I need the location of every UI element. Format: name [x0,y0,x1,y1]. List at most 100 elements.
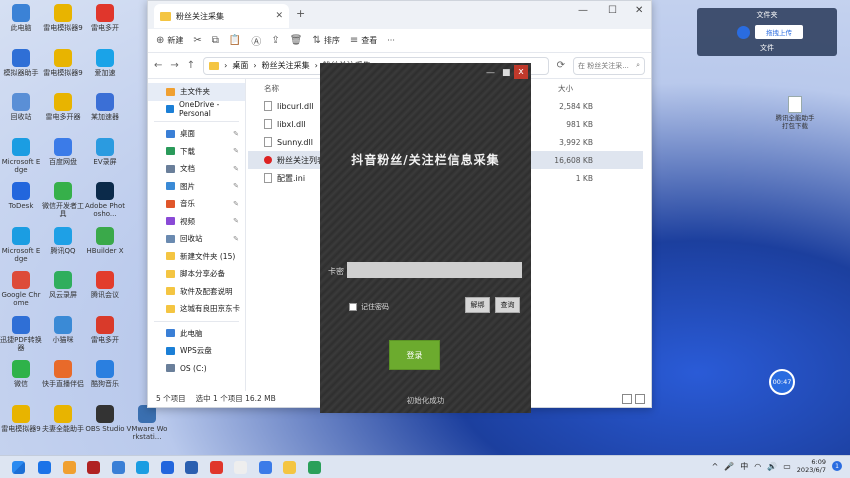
tab-close-icon[interactable]: ✕ [275,11,283,21]
sidebar-item[interactable]: 音乐 ✎ [148,195,245,213]
desktop-icon[interactable]: 迅捷PDF转换器 [0,315,42,352]
microphone-icon[interactable]: 🎤 [724,462,734,471]
desktop-icon[interactable]: 百度网盘 [42,137,84,166]
desktop-icon[interactable]: Microsoft Edge [0,226,42,263]
desktop-icon[interactable]: ToDesk [0,182,42,210]
sort-button[interactable]: ⇅ 排序 [312,35,339,46]
desktop-icon[interactable]: 雷电多开 [84,315,126,344]
desktop-icon[interactable]: HBuilder X [84,226,126,255]
battery-icon[interactable]: ▭ [783,462,791,471]
sidebar-item[interactable]: 主文件夹 [148,83,245,101]
app-close-button[interactable]: x [514,65,528,79]
app-minimize-button[interactable]: — [486,68,495,78]
cut-icon[interactable]: ✂ [193,35,201,46]
sidebar-item[interactable]: WPS云盘 [148,342,245,360]
sidebar-item[interactable]: 软件及配套说明 [148,283,245,301]
sidebar-item[interactable]: 视频 ✎ [148,213,245,231]
new-tab-button[interactable]: + [296,7,305,20]
desktop-icon[interactable]: Microsoft Edge [0,137,42,174]
sidebar-item[interactable]: 回收站 ✎ [148,230,245,248]
desktop-icon[interactable]: 爱加速 [84,48,126,77]
login-button[interactable]: 登录 [389,340,440,370]
desktop-icon[interactable]: 雷电模拟器9 [0,404,42,433]
wifi-icon[interactable]: ◠ [754,462,761,471]
desktop-icon[interactable]: 模拟器助手 [0,48,42,77]
volume-icon[interactable]: 🔊 [767,462,777,471]
desktop-icon[interactable]: 夫妻全能助手 [42,404,84,433]
clock[interactable]: 6:09 2023/6/7 [797,458,826,474]
taskbar-app-icon[interactable] [87,461,100,474]
desktop-icon[interactable]: 风云录屏 [42,271,84,299]
sidebar-item[interactable]: 这城有良田京东卡 [148,300,245,318]
desktop-icon[interactable]: 小猫咪 [42,315,84,344]
desktop-icon[interactable]: 雷电多开 [84,4,126,32]
desktop-icon[interactable]: 快手直播伴侣 [42,360,84,388]
desktop-icon[interactable]: VMware Workstati... [126,404,168,441]
desktop-icon[interactable]: 某加速器 [84,93,126,121]
taskbar-app-icon[interactable] [307,461,321,474]
breadcrumb-folder[interactable]: 粉丝关注采集 [262,60,310,71]
desktop-icon[interactable]: 雷电模拟器9 [42,48,84,77]
desktop-icon[interactable]: 回收站 [0,93,42,121]
search-input[interactable]: 在 粉丝关注采... ⌕ [573,56,645,75]
maximize-button[interactable]: ☐ [608,5,617,16]
tiles-view-icon[interactable] [635,394,645,404]
sidebar-item[interactable]: OS (C:) [148,360,245,378]
taskbar-app-icon[interactable] [209,461,223,474]
taskbar-app-icon[interactable] [136,461,149,474]
sidebar-item[interactable]: 文档 ✎ [148,160,245,178]
view-button[interactable]: ≡ 查看 [350,35,377,46]
sidebar-item[interactable]: 图片 ✎ [148,178,245,196]
remember-password-checkbox[interactable]: 记住密码 [349,302,389,312]
taskbar-app-icon[interactable] [111,461,125,474]
key-input[interactable] [347,262,522,278]
taskbar-app-icon[interactable] [283,461,296,474]
refresh-icon[interactable]: ⟳ [557,60,565,71]
desktop-icon[interactable]: 此电脑 [0,4,42,32]
share-icon[interactable]: ⇪ [271,35,279,46]
taskbar-app-icon[interactable] [62,461,76,474]
desktop-icon[interactable]: 雷电模拟器9 [42,4,84,32]
delete-icon[interactable]: 🗑 [290,35,303,46]
desktop-icon[interactable]: EV录屏 [84,137,126,166]
taskbar-app-icon[interactable] [234,461,247,474]
tray-overflow-icon[interactable]: ^ [712,462,719,471]
close-button[interactable]: ✕ [635,5,643,16]
minimize-button[interactable]: — [578,5,588,16]
sidebar-item[interactable]: OneDrive - Personal [148,100,245,118]
forward-arrow-icon[interactable]: → [170,60,178,71]
checkbox-box[interactable] [349,303,357,311]
desktop-icon[interactable]: 酷狗音乐 [84,360,126,388]
back-arrow-icon[interactable]: ← [154,60,162,71]
desktop-icon[interactable]: Google Chrome [0,271,42,307]
desktop-icon[interactable]: 腾讯会议 [84,271,126,299]
desktop-icon[interactable]: Adobe Photosho... [84,182,126,218]
taskbar-app-icon[interactable] [185,461,198,474]
column-size[interactable]: 大小 [558,83,573,94]
sidebar-item[interactable]: 下载 ✎ [148,143,245,161]
desktop-icon[interactable]: 雷电多开器 [42,93,84,121]
rename-icon[interactable]: Ⓐ [251,33,261,48]
taskbar-app-icon[interactable] [160,461,174,474]
taskbar-app-icon[interactable] [38,461,51,474]
details-view-icon[interactable] [622,394,632,404]
copy-icon[interactable]: ⧉ [212,35,219,46]
sidebar-item[interactable]: 桌面 ✎ [148,125,245,143]
desktop-file[interactable]: 腾讯全能助手打包下载 [775,96,815,130]
desktop-icon[interactable]: 微信开发者工具 [42,182,84,218]
recording-timer[interactable]: 00:47 [769,369,795,395]
sidebar-item[interactable]: 此电脑 [148,325,245,343]
taskbar-app-icon[interactable] [258,461,272,474]
explorer-tab[interactable]: 粉丝关注采集 ✕ [154,4,289,28]
upload-button[interactable]: 拖拽上传 [755,25,803,39]
unbind-button[interactable]: 解绑 [465,297,490,313]
sidebar-item[interactable]: 新建文件夹 (15) [148,248,245,266]
breadcrumb-desktop[interactable]: 桌面 [232,60,248,71]
app-maximize-button[interactable]: ■ [502,68,511,78]
ime-indicator[interactable]: 中 [740,461,748,472]
notification-badge[interactable]: 1 [832,461,842,471]
desktop-icon[interactable]: 腾讯QQ [42,226,84,255]
sidebar-item[interactable]: 脚本分享必备 [148,265,245,283]
desktop-icon[interactable]: 微信 [0,360,42,388]
up-arrow-icon[interactable]: ↑ [187,60,195,71]
